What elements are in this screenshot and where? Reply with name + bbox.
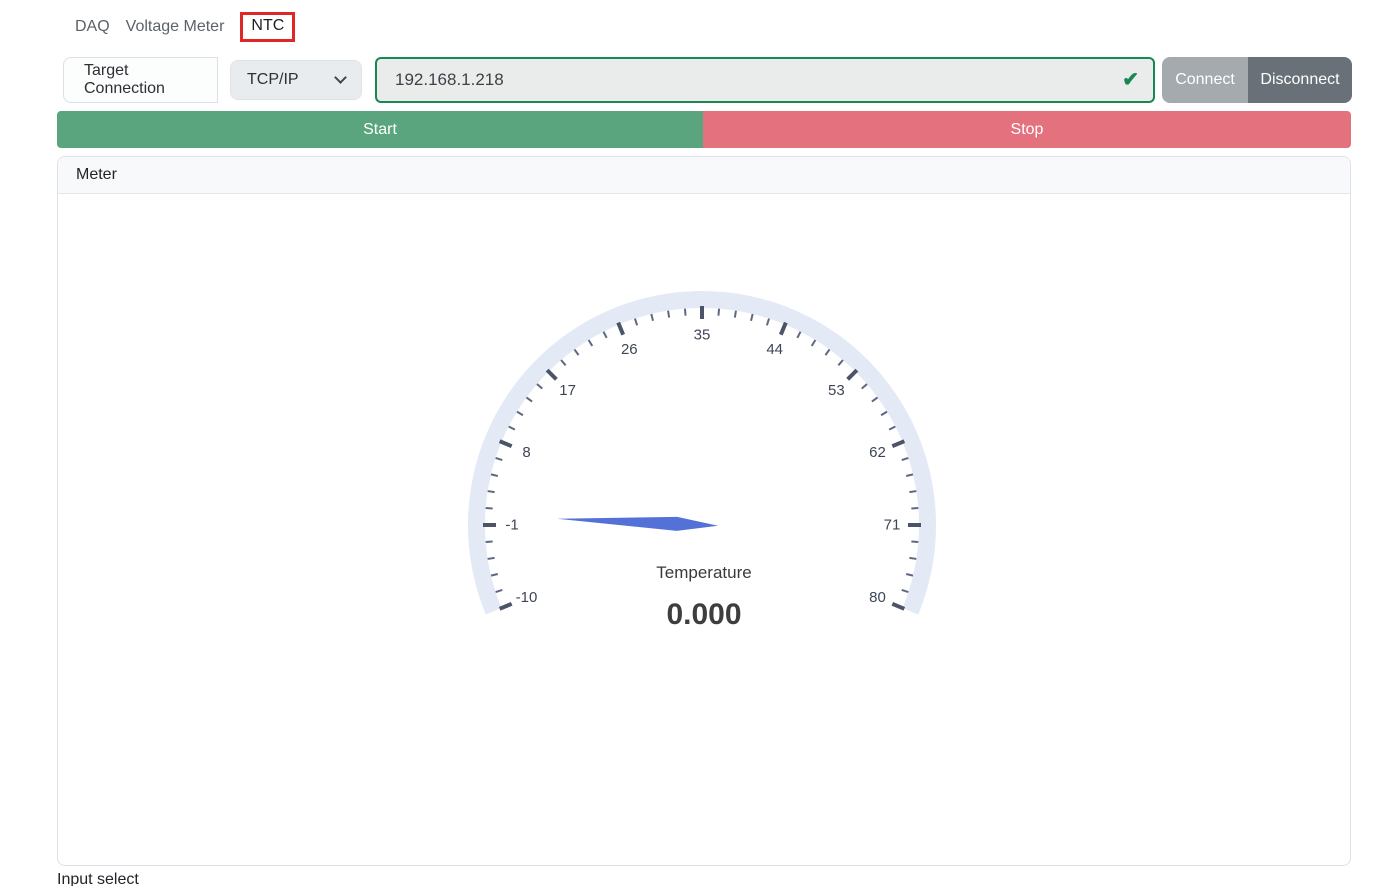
gauge-minor-tick bbox=[765, 318, 771, 326]
gauge-tick-label: 80 bbox=[869, 589, 886, 606]
gauge-minor-tick bbox=[495, 456, 503, 462]
gauge-minor-tick bbox=[525, 396, 533, 403]
gauge-value: 0.000 bbox=[666, 598, 741, 631]
gauge-minor-tick bbox=[485, 540, 493, 544]
gauge-tick-label: 53 bbox=[828, 382, 845, 399]
tab-ntc[interactable]: NTC bbox=[240, 12, 296, 42]
gauge-minor-tick bbox=[837, 359, 844, 366]
tab-bar: DAQ Voltage Meter NTC bbox=[75, 8, 1374, 46]
disconnect-button[interactable]: Disconnect bbox=[1248, 57, 1352, 103]
meter-panel-body: -10 -1 8 17 26 35 44 53 62 71 80 Temperature 0.000 bbox=[58, 194, 1350, 865]
gauge-minor-tick bbox=[573, 348, 580, 356]
gauge-minor-tick bbox=[602, 331, 608, 339]
gauge-minor-tick bbox=[485, 506, 493, 510]
gauge-minor-tick bbox=[536, 383, 543, 390]
gauge-tick-label: -10 bbox=[516, 589, 538, 606]
gauge-minor-tick bbox=[901, 456, 909, 462]
gauge-minor-tick bbox=[909, 556, 917, 560]
gauge-major-tick bbox=[778, 321, 788, 336]
gauge-minor-tick bbox=[824, 348, 831, 356]
meter-panel-title: Meter bbox=[76, 166, 117, 183]
gauge-minor-tick bbox=[487, 556, 495, 560]
gauge-minor-tick bbox=[911, 506, 919, 510]
gauge-tick-label: 35 bbox=[694, 327, 711, 344]
gauge-minor-tick bbox=[750, 313, 754, 322]
connection-buttons: Connect Disconnect bbox=[1162, 57, 1352, 103]
check-icon: ✔ bbox=[1122, 69, 1139, 91]
gauge-major-tick bbox=[891, 601, 906, 611]
gauge-title: Temperature bbox=[656, 563, 751, 582]
run-control-bar: Start Stop bbox=[57, 111, 1351, 148]
gauge-minor-tick bbox=[871, 396, 879, 403]
gauge-major-tick bbox=[498, 601, 513, 611]
protocol-select-value: TCP/IP bbox=[247, 71, 299, 88]
protocol-select[interactable]: TCP/IP bbox=[230, 60, 362, 100]
gauge-tick-label: 71 bbox=[884, 517, 901, 534]
input-select-label: Input select bbox=[57, 871, 139, 886]
gauge-major-tick bbox=[498, 439, 513, 449]
gauge-minor-tick bbox=[490, 573, 499, 577]
gauge-minor-tick bbox=[487, 490, 495, 494]
gauge-tick-label: 17 bbox=[559, 382, 576, 399]
gauge-minor-tick bbox=[905, 573, 914, 577]
meter-panel: Meter -10 -1 8 17 26 35 44 53 62 71 80 Temperature 0… bbox=[57, 156, 1351, 866]
gauge-major-tick bbox=[846, 368, 859, 381]
gauge-minor-tick bbox=[901, 588, 909, 594]
gauge-minor-tick bbox=[683, 308, 687, 316]
gauge-minor-tick bbox=[587, 339, 594, 347]
gauge-minor-tick bbox=[796, 331, 802, 339]
gauge-minor-tick bbox=[508, 425, 516, 431]
ip-address-input[interactable] bbox=[375, 57, 1155, 103]
temperature-gauge: -10 -1 8 17 26 35 44 53 62 71 80 Temperature 0.000 bbox=[468, 291, 936, 631]
gauge-tick-label: 8 bbox=[522, 444, 530, 461]
gauge-minor-tick bbox=[633, 318, 639, 326]
gauge-minor-tick bbox=[861, 383, 868, 390]
stop-button[interactable]: Stop bbox=[703, 111, 1351, 148]
gauge-tick-label: -1 bbox=[505, 517, 518, 534]
gauge-major-tick bbox=[891, 439, 906, 449]
target-connection-label: Target Connection bbox=[63, 57, 218, 103]
start-button[interactable]: Start bbox=[57, 111, 703, 148]
tab-daq[interactable]: DAQ bbox=[75, 18, 110, 36]
gauge-needle bbox=[557, 516, 718, 531]
gauge-minor-tick bbox=[560, 359, 567, 366]
gauge-minor-tick bbox=[650, 313, 654, 322]
gauge-minor-tick bbox=[516, 410, 524, 417]
gauge-major-tick bbox=[616, 321, 626, 336]
gauge-minor-tick bbox=[909, 490, 917, 494]
gauge-major-tick bbox=[545, 368, 558, 381]
gauge-minor-tick bbox=[717, 308, 721, 316]
connection-bar: Target Connection TCP/IP ✔ Connect Disco… bbox=[63, 57, 1374, 103]
gauge-tick-label: 62 bbox=[869, 444, 886, 461]
gauge-minor-tick bbox=[495, 588, 503, 594]
gauge-minor-tick bbox=[911, 540, 919, 544]
gauge-minor-tick bbox=[733, 310, 737, 318]
gauge-tick-label: 26 bbox=[621, 341, 638, 358]
gauge-minor-tick bbox=[888, 425, 896, 431]
chevron-down-icon bbox=[334, 71, 347, 84]
connect-button[interactable]: Connect bbox=[1162, 57, 1248, 103]
gauge-minor-tick bbox=[490, 473, 499, 477]
tab-voltage-meter[interactable]: Voltage Meter bbox=[126, 18, 225, 36]
gauge-minor-tick bbox=[667, 310, 671, 318]
address-field-wrap: ✔ bbox=[375, 57, 1155, 103]
gauge-tick-label: 44 bbox=[766, 341, 783, 358]
gauge-minor-tick bbox=[905, 473, 914, 477]
gauge-minor-tick bbox=[880, 410, 888, 417]
meter-panel-header: Meter bbox=[58, 157, 1350, 194]
gauge-minor-tick bbox=[810, 339, 817, 347]
